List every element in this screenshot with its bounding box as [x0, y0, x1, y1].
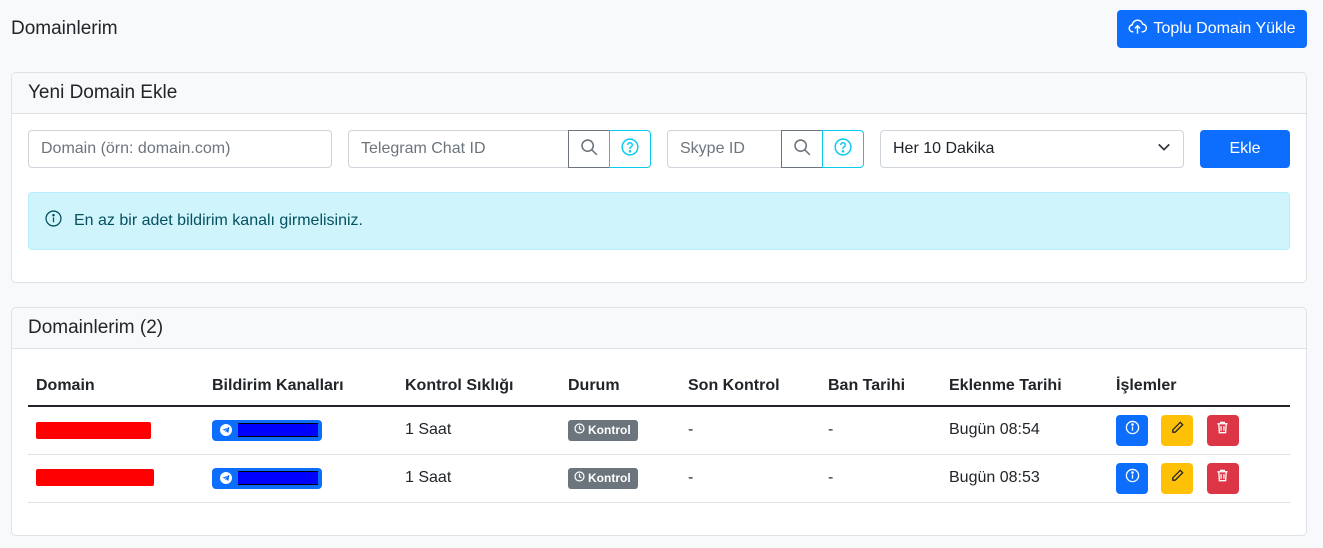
pencil-icon — [1170, 420, 1185, 440]
delete-button[interactable] — [1206, 414, 1239, 446]
channels-cell — [204, 406, 397, 455]
actions-cell — [1108, 406, 1290, 455]
column-header: Bildirim Kanalları — [204, 366, 397, 407]
new-domain-card: Yeni Domain Ekle Domain (örn: domain.com… — [11, 72, 1307, 283]
trash-icon — [1215, 420, 1230, 440]
last-check-cell: - — [680, 454, 820, 503]
edit-button[interactable] — [1161, 462, 1194, 494]
column-header: İşlemler — [1108, 366, 1290, 407]
telegram-help-button[interactable] — [609, 130, 651, 168]
domains-title: Domainlerim (2) — [12, 308, 1306, 349]
clock-icon — [574, 471, 585, 485]
status-badge: Kontrol — [568, 419, 638, 441]
column-header: Kontrol Sıklığı — [397, 366, 560, 407]
search-icon — [793, 138, 811, 161]
actions-cell — [1108, 454, 1290, 503]
frequency-cell: 1 Saat — [397, 406, 560, 455]
pencil-icon — [1170, 468, 1185, 488]
info-circle-icon — [1125, 468, 1140, 488]
frequency-cell: 1 Saat — [397, 454, 560, 503]
delete-button[interactable] — [1206, 462, 1239, 494]
question-circle-icon — [834, 137, 852, 161]
column-header: Domain — [28, 366, 204, 407]
ban-date-cell: - — [820, 406, 941, 455]
telegram-icon — [220, 424, 232, 437]
edit-button[interactable] — [1161, 414, 1194, 446]
telegram-chat-id-input[interactable]: Telegram Chat ID — [348, 130, 569, 168]
add-domain-button[interactable]: Ekle — [1200, 130, 1290, 168]
telegram-icon — [220, 472, 232, 484]
info-button[interactable] — [1116, 462, 1148, 494]
status-label: Kontrol — [588, 423, 631, 438]
added-date-cell: Bugün 08:53 — [941, 454, 1108, 503]
frequency-selected-value: Her 10 Dakika — [893, 140, 995, 157]
telegram-search-button[interactable] — [568, 130, 610, 168]
added-date-cell: Bugün 08:54 — [941, 406, 1108, 455]
telegram-channel-badge — [212, 419, 322, 441]
bulk-upload-label: Toplu Domain Yükle — [1153, 20, 1296, 37]
telegram-channel-badge — [212, 467, 322, 489]
skype-search-button[interactable] — [781, 130, 823, 168]
search-icon — [580, 138, 598, 161]
skype-id-input[interactable]: Skype ID — [667, 130, 782, 168]
status-cell: Kontrol — [560, 454, 680, 503]
table-row: 1 Saat Kontrol - - Bugün 08:54 — [28, 406, 1290, 455]
last-check-cell: - — [680, 406, 820, 455]
cloud-upload-icon — [1128, 17, 1148, 41]
domain-cell — [28, 406, 204, 455]
bulk-upload-button[interactable]: Toplu Domain Yükle — [1117, 10, 1307, 48]
page-title: Domainlerim — [11, 18, 118, 39]
table-row: 1 Saat Kontrol - - Bugün 08:53 — [28, 454, 1290, 503]
question-circle-icon — [621, 137, 639, 161]
skype-help-button[interactable] — [822, 130, 864, 168]
table-header-row: Domain Bildirim Kanalları Kontrol Sıklığ… — [28, 366, 1290, 407]
status-badge: Kontrol — [568, 467, 638, 489]
info-alert: En az bir adet bildirim kanalı girmelisi… — [28, 192, 1290, 250]
redacted-domain — [36, 469, 154, 487]
column-header: Son Kontrol — [680, 366, 820, 407]
column-header: Ban Tarihi — [820, 366, 941, 407]
status-cell: Kontrol — [560, 406, 680, 455]
info-circle-icon — [45, 210, 62, 232]
domain-input[interactable]: Domain (örn: domain.com) — [28, 130, 332, 168]
info-button[interactable] — [1116, 414, 1148, 446]
info-circle-icon — [1125, 420, 1140, 440]
trash-icon — [1215, 468, 1230, 488]
column-header: Durum — [560, 366, 680, 407]
redacted-chat-id — [238, 423, 318, 438]
column-header: Eklenme Tarihi — [941, 366, 1108, 407]
domains-card: Domainlerim (2) Domain Bildirim Kanallar… — [11, 307, 1307, 536]
domain-cell — [28, 454, 204, 503]
redacted-domain — [36, 421, 151, 439]
redacted-chat-id — [238, 471, 318, 485]
new-domain-title: Yeni Domain Ekle — [12, 73, 1306, 114]
frequency-select[interactable]: Her 10 Dakika — [880, 130, 1184, 168]
ban-date-cell: - — [820, 454, 941, 503]
chevron-down-icon — [1157, 140, 1171, 159]
channels-cell — [204, 454, 397, 503]
domains-table: Domain Bildirim Kanalları Kontrol Sıklığ… — [28, 366, 1290, 503]
status-label: Kontrol — [588, 471, 631, 485]
clock-icon — [574, 423, 585, 437]
alert-text: En az bir adet bildirim kanalı girmelisi… — [74, 212, 363, 229]
